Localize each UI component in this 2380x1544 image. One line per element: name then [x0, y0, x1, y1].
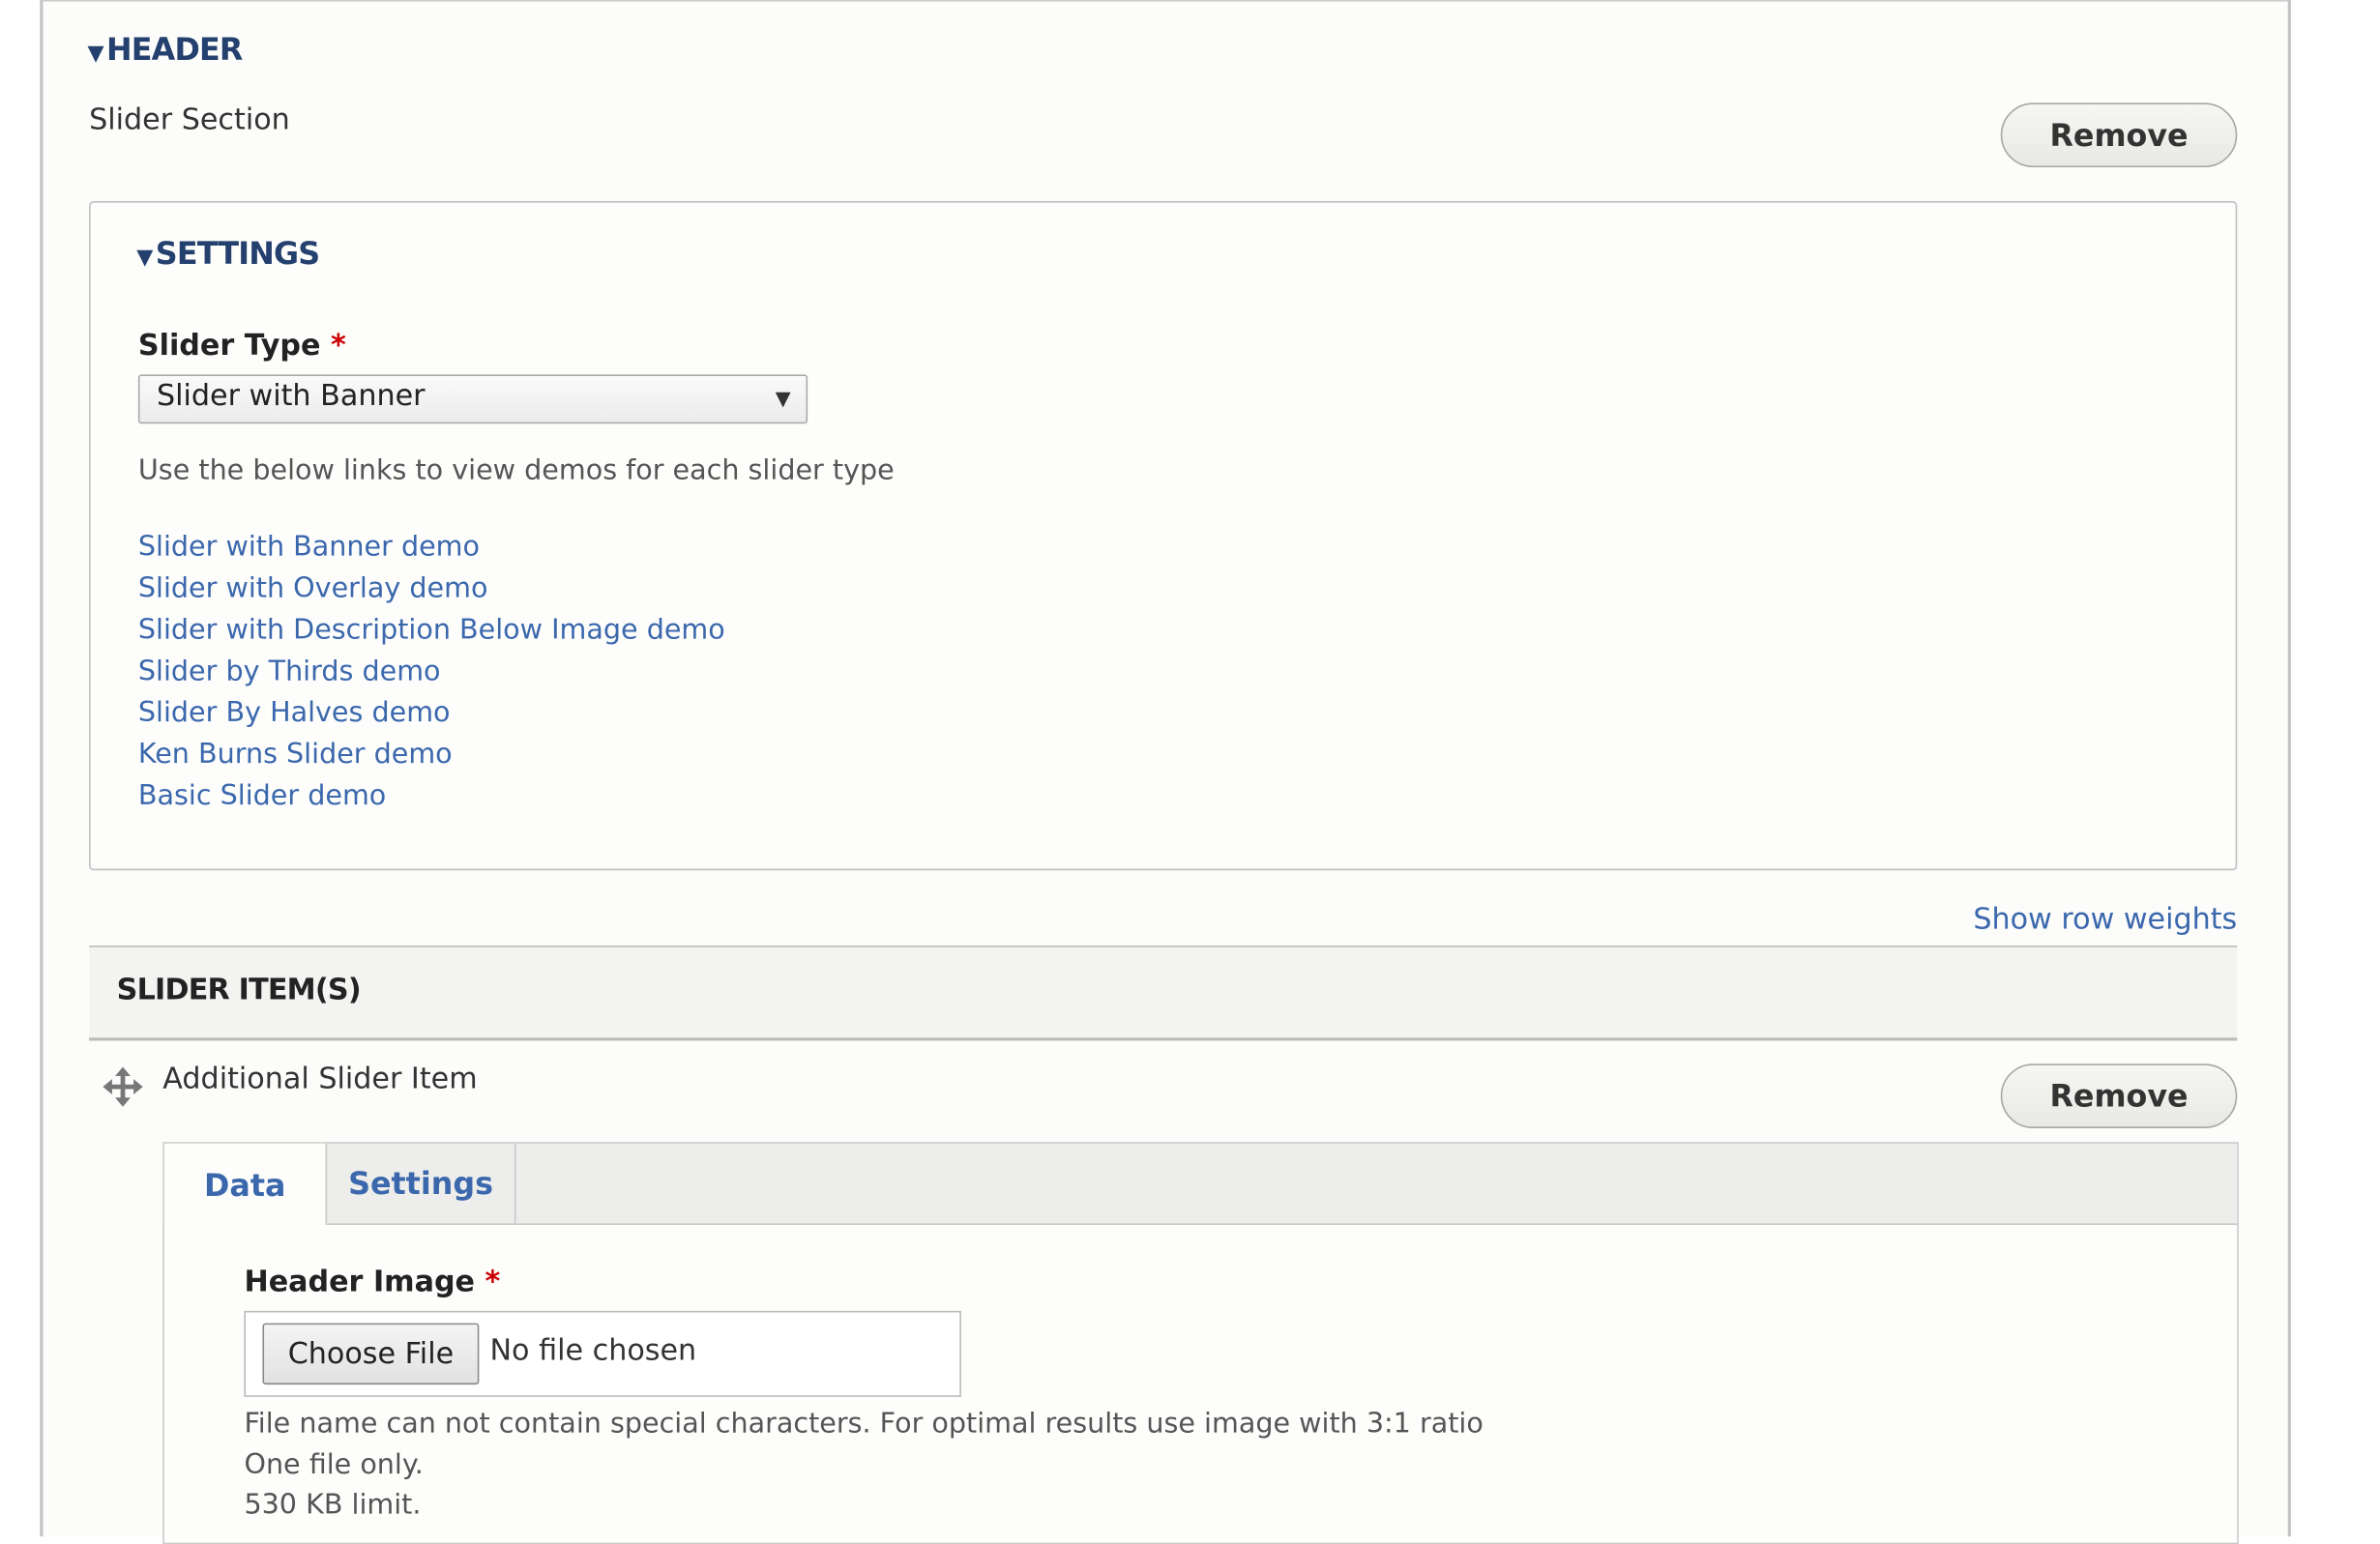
- header-image-label-text: Header Image: [244, 1265, 476, 1299]
- tab-data-label: Data: [204, 1165, 286, 1203]
- triangle-down-icon: ▼: [136, 246, 153, 271]
- drag-handle[interactable]: [102, 1065, 144, 1115]
- demo-link-thirds[interactable]: Slider by Thirds demo: [138, 651, 725, 692]
- tab-settings-label: Settings: [348, 1165, 493, 1203]
- tab-data[interactable]: Data: [163, 1143, 326, 1225]
- triangle-down-icon: ▼: [87, 41, 103, 67]
- remove-item-button[interactable]: Remove: [2000, 1063, 2238, 1128]
- slider-type-value: Slider with Banner: [156, 379, 426, 414]
- slider-items-table-header: SLIDER ITEM(S): [89, 946, 2238, 1041]
- slider-section-label: Slider Section: [89, 102, 290, 137]
- slider-type-label: Slider Type *: [138, 329, 346, 363]
- no-file-status: No file chosen: [489, 1333, 697, 1368]
- header-image-file-input[interactable]: Choose File No file chosen: [244, 1310, 961, 1397]
- slider-type-select[interactable]: Slider with Banner ▼: [137, 374, 808, 424]
- demo-link-basic[interactable]: Basic Slider demo: [138, 775, 725, 817]
- column-header: SLIDER ITEM(S): [116, 973, 362, 1007]
- demo-link-banner[interactable]: Slider with Banner demo: [138, 527, 725, 568]
- header-title: HEADER: [105, 30, 243, 68]
- required-mark: *: [330, 328, 346, 363]
- demo-links: Slider with Banner demo Slider with Over…: [138, 527, 725, 817]
- demo-link-ken-burns[interactable]: Ken Burns Slider demo: [138, 734, 725, 775]
- help-line: File name can not contain special charac…: [244, 1407, 1484, 1441]
- move-arrows-icon: [103, 1066, 143, 1107]
- remove-section-button[interactable]: Remove: [2000, 102, 2238, 168]
- demo-link-halves[interactable]: Slider By Halves demo: [138, 692, 725, 734]
- help-line: One file only.: [244, 1447, 424, 1481]
- demo-link-description[interactable]: Slider with Description Below Image demo: [138, 609, 725, 651]
- chevron-down-icon: ▼: [775, 388, 791, 412]
- demo-link-overlay[interactable]: Slider with Overlay demo: [138, 568, 725, 609]
- required-mark: *: [485, 1265, 501, 1299]
- header-summary-toggle[interactable]: ▼ HEADER: [87, 30, 243, 68]
- show-row-weights-link[interactable]: Show row weights: [1973, 903, 2237, 937]
- settings-title: SETTINGS: [155, 234, 320, 273]
- tab-settings[interactable]: Settings: [325, 1143, 516, 1224]
- slider-type-help: Use the below links to view demos for ea…: [137, 453, 895, 487]
- slider-item-label: Additional Slider Item: [162, 1062, 478, 1096]
- settings-summary-toggle[interactable]: ▼ SETTINGS: [136, 234, 320, 273]
- help-line: 530 KB limit.: [244, 1489, 422, 1522]
- header-image-label: Header Image *: [244, 1265, 500, 1298]
- header-image-help: File name can not contain special charac…: [244, 1405, 1483, 1527]
- slider-type-label-text: Slider Type: [137, 328, 321, 363]
- choose-file-button[interactable]: Choose File: [262, 1323, 480, 1385]
